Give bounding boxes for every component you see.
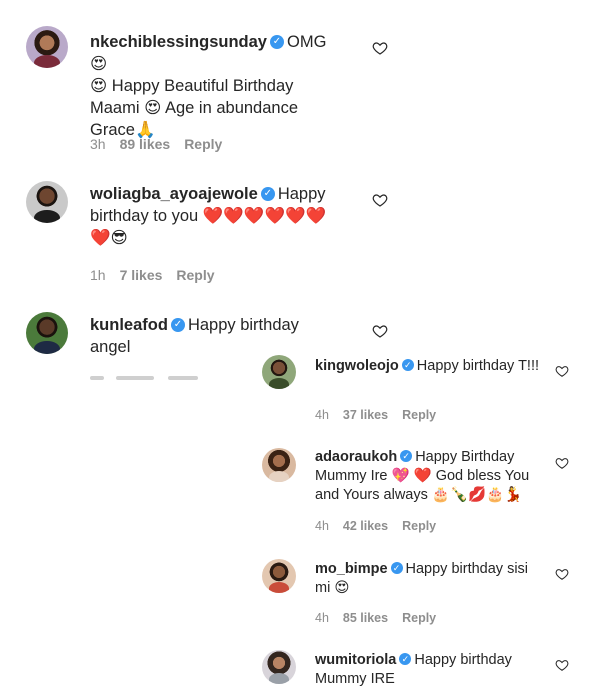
reply-button[interactable]: Reply — [402, 408, 436, 422]
heart-outline-icon[interactable] — [372, 40, 388, 56]
heart-outline-icon[interactable] — [555, 567, 569, 581]
reply-text: mo_bimpe ✓ Happy birthday sisi mi 😍 — [315, 561, 529, 596]
comment-text: nkechiblessingsunday ✓ OMG😍 😍 Happy Beauti… — [90, 33, 327, 139]
timestamp: 4h — [315, 408, 329, 422]
comment-meta: 1h 7 likes Reply — [90, 267, 229, 283]
heart-outline-icon[interactable] — [372, 323, 388, 339]
likes-count[interactable]: 89 likes — [120, 136, 171, 152]
likes-count[interactable]: 85 likes — [343, 611, 388, 625]
timestamp: 3h — [90, 136, 106, 152]
reply-text: kingwoleojo ✓ Happy birthday T!!! — [315, 358, 540, 374]
username[interactable]: kingwoleojo — [315, 358, 399, 374]
avatar[interactable] — [26, 26, 68, 68]
reply-button[interactable]: Reply — [184, 136, 222, 152]
reply-button[interactable]: Reply — [402, 611, 436, 625]
reply-meta: 4h 42 likes Reply — [315, 519, 450, 533]
comment-meta: 3h 89 likes Reply — [90, 136, 236, 152]
reply-meta: 4h 85 likes Reply — [315, 611, 450, 625]
reply-button[interactable]: Reply — [176, 267, 214, 283]
avatar[interactable] — [26, 181, 68, 223]
heart-outline-icon[interactable] — [555, 364, 569, 378]
heart-outline-icon[interactable] — [555, 456, 569, 470]
likes-count[interactable]: 37 likes — [343, 408, 388, 422]
likes-count[interactable]: 7 likes — [120, 267, 163, 283]
heart-outline-icon[interactable] — [555, 658, 569, 672]
verified-badge-icon: ✓ — [269, 34, 284, 49]
clipped-comment-meta — [90, 370, 250, 380]
verified-badge-icon: ✓ — [401, 359, 414, 372]
comment-text: woliagba_ayoajewole ✓ Happy birthday to yo… — [90, 185, 327, 247]
avatar[interactable] — [262, 448, 296, 482]
verified-badge-icon: ✓ — [400, 450, 413, 463]
reply-text: adaoraukoh ✓ Happy Birthday Mummy Ire 💖 ❤️… — [315, 449, 530, 503]
username[interactable]: mo_bimpe — [315, 561, 388, 577]
avatar[interactable] — [262, 650, 296, 684]
verified-badge-icon: ✓ — [170, 317, 185, 332]
heart-outline-icon[interactable] — [372, 192, 388, 208]
reply-text: wumitoriola ✓ Happy birthday Mummy IRE — [315, 652, 512, 687]
reply-meta: 4h 37 likes Reply — [315, 408, 450, 422]
verified-badge-icon: ✓ — [390, 562, 403, 575]
username[interactable]: kunleafod — [90, 316, 168, 334]
reply-button[interactable]: Reply — [402, 519, 436, 533]
username[interactable]: adaoraukoh — [315, 449, 397, 465]
timestamp: 4h — [315, 519, 329, 533]
likes-count[interactable]: 42 likes — [343, 519, 388, 533]
username[interactable]: nkechiblessingsunday — [90, 33, 267, 51]
username[interactable]: woliagba_ayoajewole — [90, 185, 258, 203]
username[interactable]: wumitoriola — [315, 652, 396, 668]
timestamp: 4h — [315, 611, 329, 625]
comment-text: kunleafod ✓ Happy birthday angel — [90, 316, 299, 356]
avatar[interactable] — [26, 312, 68, 354]
verified-badge-icon: ✓ — [399, 653, 412, 666]
timestamp: 1h — [90, 267, 106, 283]
avatar[interactable] — [262, 559, 296, 593]
avatar[interactable] — [262, 355, 296, 389]
verified-badge-icon: ✓ — [260, 186, 275, 201]
